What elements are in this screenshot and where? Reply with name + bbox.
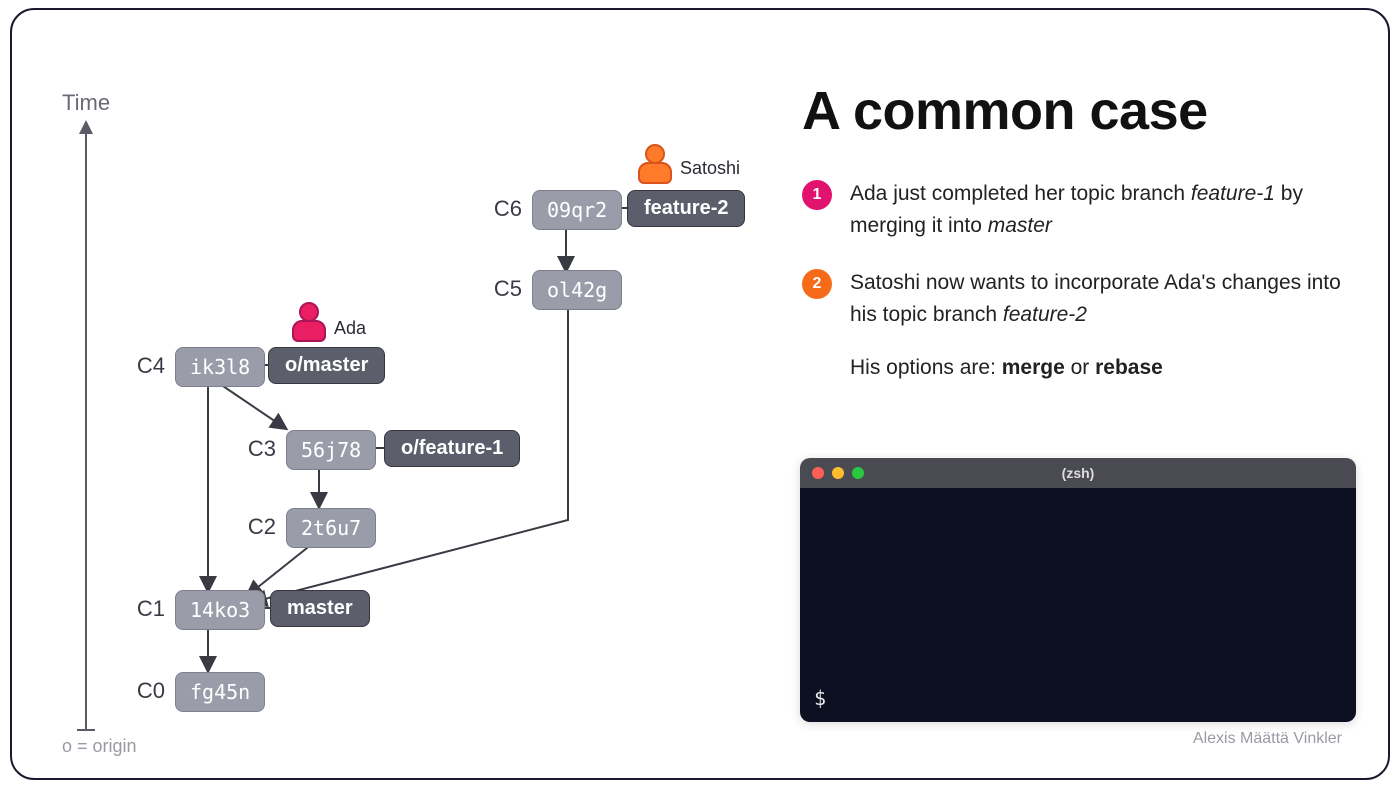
step-2: 2 Satoshi now wants to incorporate Ada's… — [802, 267, 1362, 330]
avatar-ada-label: Ada — [334, 318, 366, 339]
step-1: 1 Ada just completed her topic branch fe… — [802, 178, 1362, 241]
commit-label-c4: C4 — [125, 353, 165, 379]
avatar-ada — [292, 302, 326, 342]
commit-label-c0: C0 — [125, 678, 165, 704]
step-1-text: Ada just completed her topic branch feat… — [850, 178, 1362, 241]
avatar-satoshi — [638, 144, 672, 184]
terminal-titlebar: (zsh) — [800, 458, 1356, 488]
terminal-title: (zsh) — [800, 465, 1356, 481]
branch-feature-2: feature-2 — [627, 190, 745, 227]
terminal-body[interactable]: $ — [800, 488, 1356, 722]
step-2-text: Satoshi now wants to incorporate Ada's c… — [850, 267, 1362, 330]
commit-label-c6: C6 — [482, 196, 522, 222]
commit-label-c5: C5 — [482, 276, 522, 302]
commit-c5: ol42g — [532, 270, 622, 310]
commit-label-c3: C3 — [236, 436, 276, 462]
commit-c3: 56j78 — [286, 430, 376, 470]
commit-c4: ik3l8 — [175, 347, 265, 387]
branch-o-feature-1: o/feature-1 — [384, 430, 520, 467]
time-axis-label: Time — [62, 90, 110, 116]
legend-origin: o = origin — [62, 736, 137, 757]
options-text: His options are: merge or rebase — [850, 356, 1362, 380]
commit-c1: 14ko3 — [175, 590, 265, 630]
diagram-edges — [12, 10, 772, 782]
step-2-badge: 2 — [802, 269, 832, 299]
slide-frame: Time o = origin — [10, 8, 1390, 780]
commit-c2: 2t6u7 — [286, 508, 376, 548]
author-credit: Alexis Määttä Vinkler — [1193, 730, 1342, 748]
step-1-badge: 1 — [802, 180, 832, 210]
terminal-window: (zsh) $ — [800, 458, 1356, 722]
commit-c6: 09qr2 — [532, 190, 622, 230]
terminal-prompt: $ — [814, 686, 826, 710]
explanation-panel: A common case 1 Ada just completed her t… — [802, 80, 1362, 416]
time-axis — [85, 122, 87, 730]
slide-title: A common case — [802, 80, 1362, 142]
branch-o-master: o/master — [268, 347, 385, 384]
commit-label-c2: C2 — [236, 514, 276, 540]
commit-c0: fg45n — [175, 672, 265, 712]
branch-master: master — [270, 590, 370, 627]
commit-label-c1: C1 — [125, 596, 165, 622]
git-diagram: Time o = origin — [12, 10, 772, 782]
avatar-satoshi-label: Satoshi — [680, 158, 740, 179]
